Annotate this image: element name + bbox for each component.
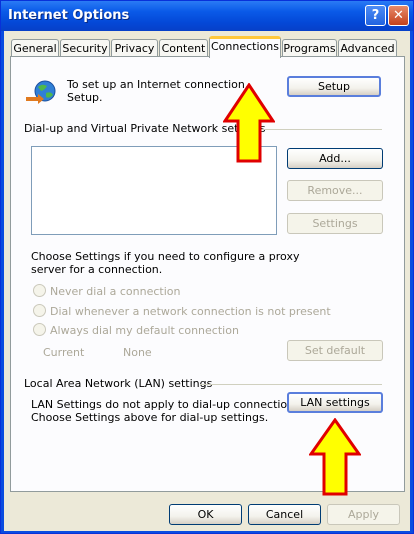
radio-dial-whenever[interactable]: Dial whenever a network connection is no… [33,304,331,318]
setup-text-line2: Setup. [67,91,103,104]
tab-general[interactable]: General [11,39,59,57]
lan-heading: Local Area Network (LAN) settings [24,377,213,390]
tab-privacy[interactable]: Privacy [111,39,158,57]
lan-text-line1: LAN Settings do not apply to dial-up con… [31,398,304,411]
setup-text-line1: To set up an Internet connection, [67,78,249,91]
tab-content[interactable]: Content [159,39,208,57]
radio-always-dial[interactable]: Always dial my default connection [33,323,239,337]
radio-button[interactable] [33,284,46,297]
radio-label-always-dial: Always dial my default connection [50,324,239,337]
proxy-text-line2: server for a connection. [31,263,163,276]
current-value: None [123,346,152,359]
remove-button[interactable]: Remove... [287,180,383,201]
internet-options-window: Internet Options ? ✕ General Security Pr… [0,0,414,534]
dialog-client: General Security Privacy Content Connect… [4,31,410,531]
cancel-button[interactable]: Cancel [248,504,321,525]
proxy-text-line1: Choose Settings if you need to configure… [31,250,300,263]
add-button[interactable]: Add... [287,148,383,169]
radio-button[interactable] [33,323,46,336]
radio-label-dial-whenever: Dial whenever a network connection is no… [50,305,331,318]
apply-button[interactable]: Apply [327,504,400,525]
lan-settings-button[interactable]: LAN settings [287,392,383,413]
connections-panel: To set up an Internet connection, Setup.… [10,56,405,496]
title-bar[interactable]: Internet Options ? ✕ [1,1,413,31]
tab-security[interactable]: Security [60,39,110,57]
close-icon[interactable]: ✕ [388,5,409,26]
up-arrow-annotation [309,418,361,496]
radio-never-dial[interactable]: Never dial a connection [33,284,180,298]
tab-advanced[interactable]: Advanced [338,39,397,57]
window-title: Internet Options [8,8,130,23]
setup-button[interactable]: Setup [287,76,381,97]
ok-button[interactable]: OK [169,504,242,525]
set-default-button[interactable]: Set default [287,340,383,361]
current-label: Current [43,346,85,359]
up-arrow-annotation [223,83,275,163]
globe-connection-icon [26,80,56,104]
radio-button[interactable] [33,304,46,317]
tab-programs[interactable]: Programs [282,39,337,57]
dialup-settings-button[interactable]: Settings [287,213,383,234]
lan-separator [200,384,382,385]
help-icon[interactable]: ? [365,5,386,26]
radio-label-never-dial: Never dial a connection [50,285,181,298]
lan-text-line2: Choose Settings above for dial-up settin… [31,411,269,424]
tab-connections[interactable]: Connections [209,36,281,58]
